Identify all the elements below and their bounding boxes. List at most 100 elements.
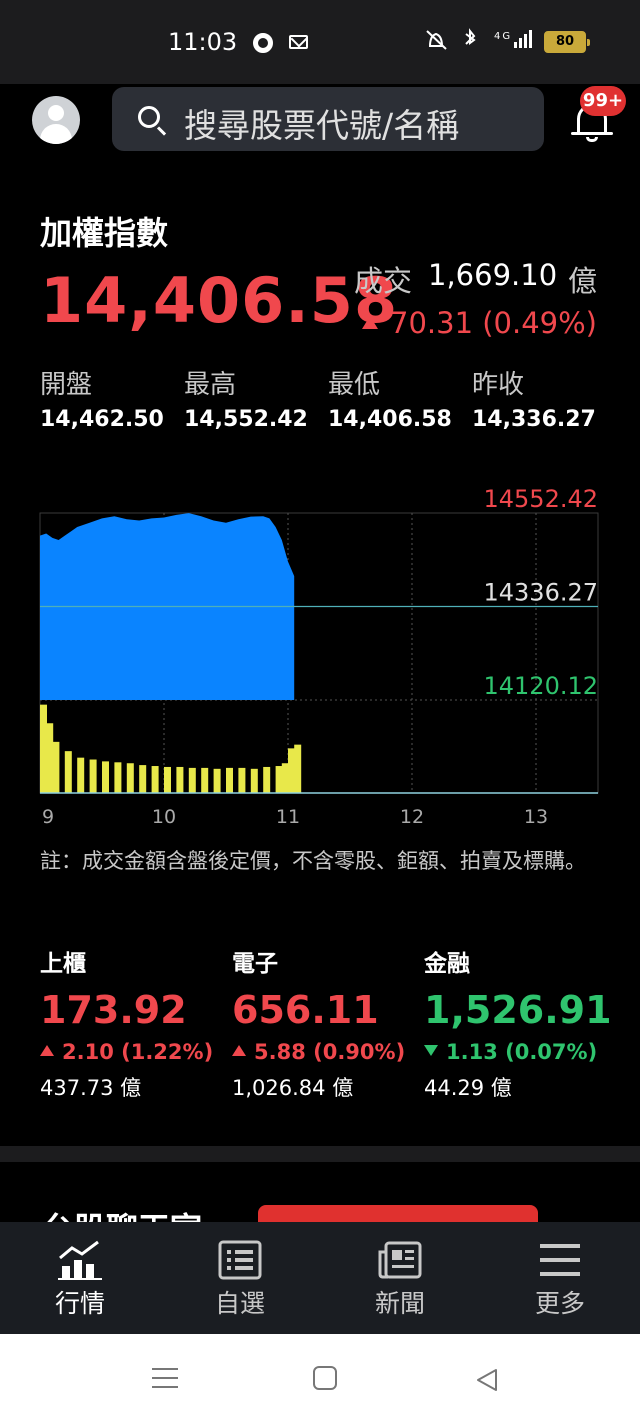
- volume-value: 1,669.10: [428, 258, 558, 292]
- volume-bar: [263, 766, 271, 793]
- volume-bar: [188, 767, 196, 793]
- list-icon: [218, 1240, 262, 1280]
- sub-index-volume: 437.73 億: [40, 1076, 142, 1100]
- stat-open: 開盤 14,462.50: [40, 364, 164, 432]
- sub-index-value: 656.11: [232, 988, 379, 1032]
- x-axis-label: 11: [276, 806, 300, 828]
- stat-label: 昨收: [472, 370, 525, 400]
- news-icon: [378, 1241, 422, 1279]
- menu-icon: [540, 1244, 580, 1276]
- chrome-icon: [253, 33, 273, 53]
- search-icon: [138, 106, 160, 128]
- volume-bar: [294, 744, 302, 793]
- sub-index-change: 2.10 (1.22%): [40, 1040, 213, 1064]
- sub-index-change: 1.13 (0.07%): [424, 1040, 612, 1064]
- volume-bar: [250, 768, 258, 793]
- stat-high: 最高 14,552.42: [184, 364, 308, 432]
- down-arrow-icon: [424, 1045, 438, 1056]
- clock: 11:03: [168, 28, 238, 56]
- nav-item-more[interactable]: 更多: [510, 1222, 610, 1334]
- volume-label: 成交: [354, 264, 413, 298]
- status-bar: 11:03 4G 80: [0, 0, 640, 84]
- volume-bar: [139, 765, 147, 793]
- volume-bar: [89, 759, 97, 793]
- stat-prev-close: 昨收 14,336.27: [472, 364, 596, 432]
- stat-value: 14,462.50: [40, 407, 164, 432]
- intraday-chart[interactable]: 14552.42 14336.27 14120.12 9 10 11 12 13: [0, 480, 640, 840]
- index-change-value: 70.31 (0.49%): [390, 306, 597, 340]
- search-input[interactable]: 搜尋股票代號/名稱: [112, 87, 544, 151]
- x-axis-label: 10: [152, 806, 176, 828]
- volume-bar: [164, 766, 171, 793]
- volume-bar: [281, 763, 289, 793]
- search-placeholder: 搜尋股票代號/名稱: [184, 106, 460, 145]
- volume-bar: [275, 766, 283, 793]
- volume-bar: [238, 767, 246, 793]
- x-axis-label: 12: [400, 806, 424, 828]
- nav-label: 自選: [214, 1289, 265, 1318]
- x-axis-label: 9: [42, 806, 54, 828]
- bottom-nav: 行情 自選 新聞 更多: [0, 1222, 640, 1334]
- home-icon[interactable]: [313, 1366, 337, 1390]
- nav-item-market[interactable]: 行情: [30, 1222, 130, 1334]
- section-divider: [0, 1146, 640, 1162]
- x-axis-label: 13: [524, 806, 548, 828]
- up-arrow-icon: [232, 1045, 246, 1056]
- y-axis-label: 14120.12: [483, 672, 598, 700]
- chart-icon: [58, 1240, 102, 1280]
- stat-label: 最低: [328, 370, 381, 400]
- index-value: 14,406.58: [40, 264, 399, 337]
- sub-index-finance[interactable]: 金融 1,526.91 1.13 (0.07%) 44.29 億: [424, 944, 612, 1102]
- battery-icon: 80: [544, 31, 590, 53]
- nav-item-news[interactable]: 新聞: [350, 1222, 450, 1334]
- volume-unit: 億: [568, 264, 598, 298]
- sub-index-name: 金融: [424, 951, 470, 977]
- volume-bar: [201, 767, 209, 793]
- y-axis-label: 14336.27: [483, 579, 598, 607]
- nav-label: 更多: [534, 1289, 585, 1318]
- stat-value: 14,406.58: [328, 407, 452, 432]
- up-arrow-icon: [40, 1045, 54, 1056]
- stat-label: 最高: [184, 370, 237, 400]
- index-title: 加權指數: [40, 214, 169, 252]
- nav-label: 新聞: [374, 1289, 425, 1318]
- sub-index-otc[interactable]: 上櫃 173.92 2.10 (1.22%) 437.73 億: [40, 944, 213, 1102]
- avatar[interactable]: [32, 96, 80, 144]
- volume-bar: [151, 766, 159, 793]
- nav-item-watchlist[interactable]: 自選: [190, 1222, 290, 1334]
- network-type-label: 4G: [494, 31, 512, 42]
- sub-index-value: 1,526.91: [424, 988, 612, 1032]
- stat-value: 14,552.42: [184, 407, 308, 432]
- stat-value: 14,336.27: [472, 407, 596, 432]
- notification-badge: 99+: [580, 86, 626, 116]
- volume-bar: [77, 757, 85, 793]
- volume-bar: [126, 763, 134, 793]
- signal-icons: 4G: [424, 28, 534, 57]
- recent-apps-icon[interactable]: [152, 1368, 178, 1388]
- sub-index-electronics[interactable]: 電子 656.11 5.88 (0.90%) 1,026.84 億: [232, 944, 405, 1102]
- sub-index-name: 電子: [232, 951, 278, 977]
- index-change: 70.31 (0.49%): [362, 306, 597, 340]
- volume-bar: [176, 766, 184, 793]
- back-icon[interactable]: [474, 1367, 500, 1393]
- volume-bar: [114, 762, 122, 793]
- mute-bluetooth-signal-icon: 4G: [426, 28, 532, 50]
- sub-index-volume: 44.29 億: [424, 1076, 512, 1100]
- volume-bar: [40, 704, 47, 793]
- volume-bar: [226, 767, 233, 793]
- volume-bar: [52, 741, 60, 793]
- stat-label: 開盤: [40, 370, 93, 400]
- volume-bar: [102, 761, 109, 793]
- sub-index-value: 173.92: [40, 988, 187, 1032]
- volume-bar: [64, 751, 72, 793]
- sub-index-name: 上櫃: [40, 951, 86, 977]
- stat-low: 最低 14,406.58: [328, 364, 452, 432]
- y-axis-label: 14552.42: [483, 485, 598, 513]
- sub-index-change: 5.88 (0.90%): [232, 1040, 405, 1064]
- nav-label: 行情: [54, 1289, 105, 1318]
- up-arrow-icon: [362, 316, 378, 329]
- mail-icon: [289, 35, 308, 49]
- sub-index-volume: 1,026.84 億: [232, 1076, 354, 1100]
- volume-bar: [46, 723, 54, 793]
- system-nav-bar: [0, 1334, 640, 1422]
